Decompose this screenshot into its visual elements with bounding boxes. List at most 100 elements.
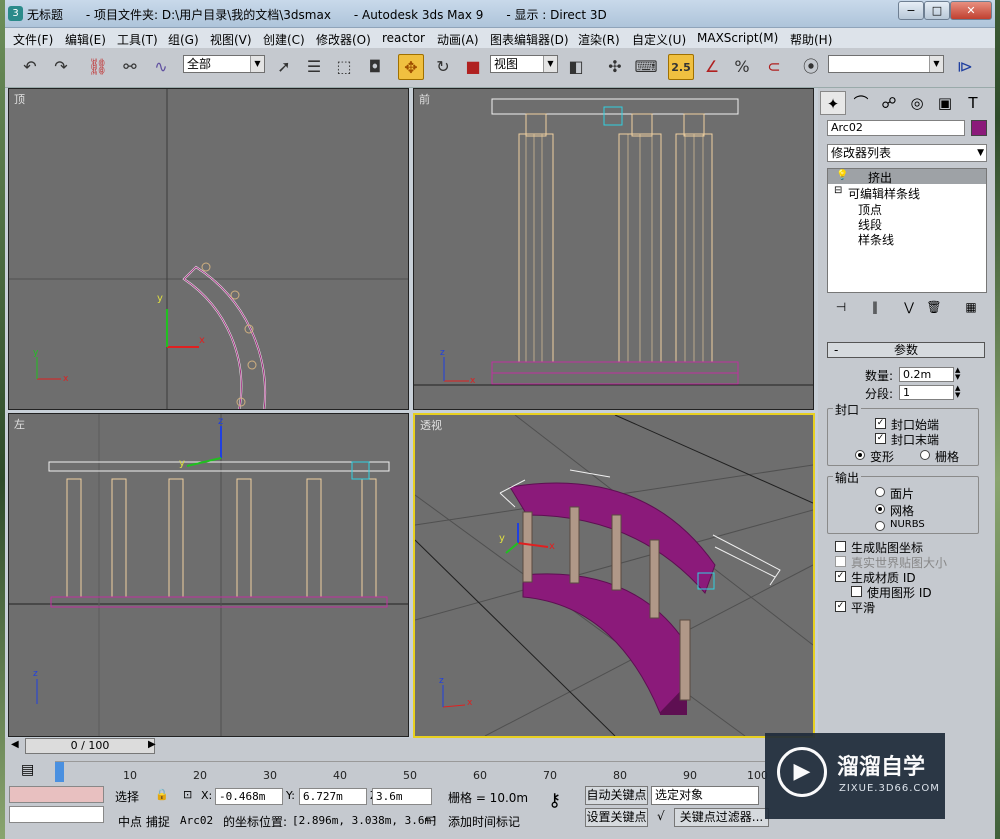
configure-sets-icon[interactable]: ▦	[958, 295, 984, 319]
use-shape-id-checkbox[interactable]	[851, 586, 862, 597]
slider-right-arrow-icon[interactable]: ▶	[148, 739, 156, 750]
real-world-map-checkbox[interactable]	[835, 556, 846, 567]
menu-reactor[interactable]: reactor	[382, 31, 425, 45]
mirror-icon[interactable]: ⧐	[952, 54, 978, 80]
viewport-perspective[interactable]: x y x z 透视	[413, 413, 815, 738]
collapse-minus-icon[interactable]: ⊟	[834, 185, 842, 196]
menu-create[interactable]: 创建(C)	[263, 31, 305, 48]
menu-customize[interactable]: 自定义(U)	[632, 31, 686, 48]
edit-named-selection-icon[interactable]: ⦿	[798, 54, 824, 80]
key-mode-dropdown[interactable]: 选定对象	[651, 786, 759, 805]
undo-icon[interactable]: ↶	[17, 54, 43, 80]
create-tab-icon[interactable]: ✦	[820, 91, 846, 115]
pivot-center-icon[interactable]: ◧	[563, 54, 589, 80]
modify-tab-icon[interactable]: ⌒	[848, 91, 874, 115]
select-and-manipulate-icon[interactable]: ✣	[602, 54, 628, 80]
segments-input[interactable]: 1	[899, 385, 954, 400]
viewport-left[interactable]: z y z 左	[8, 413, 409, 737]
select-and-link-icon[interactable]: ⛓	[85, 54, 111, 80]
select-by-name-icon[interactable]: ☰	[301, 54, 327, 80]
menu-maxscript[interactable]: MAXScript(M)	[697, 31, 778, 45]
display-tab-icon[interactable]: ▣	[932, 91, 958, 115]
absolute-mode-icon[interactable]: ⊡	[183, 788, 192, 801]
menu-views[interactable]: 视图(V)	[210, 31, 252, 48]
parameters-rollout-header[interactable]: - 参数	[827, 342, 985, 358]
utilities-tab-icon[interactable]: T	[960, 91, 986, 115]
viewport-label-perspective[interactable]: 透视	[420, 417, 442, 433]
viewport-top[interactable]: x y x y 顶	[8, 88, 409, 410]
menu-edit[interactable]: 编辑(E)	[65, 31, 106, 48]
cap-start-checkbox[interactable]: ✓	[875, 418, 886, 429]
time-tag-icon[interactable]: ▭	[425, 811, 445, 829]
make-unique-icon[interactable]: ⋁	[896, 295, 922, 319]
nurbs-radio[interactable]	[875, 521, 885, 531]
slider-left-arrow-icon[interactable]: ◀	[11, 739, 19, 750]
spinner-snap-icon[interactable]: ⊂	[761, 54, 787, 80]
set-key-button[interactable]: 设置关键点	[585, 808, 648, 827]
modifier-list-dropdown[interactable]: 修改器列表 ▼	[827, 144, 987, 162]
hierarchy-tab-icon[interactable]: ☍	[876, 91, 902, 115]
maxscript-listener-white[interactable]	[9, 806, 104, 823]
menu-group[interactable]: 组(G)	[168, 31, 199, 48]
rectangular-selection-icon[interactable]: ⬚	[331, 54, 357, 80]
angle-snap-icon[interactable]: ∠	[699, 54, 725, 80]
patch-radio[interactable]	[875, 487, 885, 497]
curve-editor-icon[interactable]: ▤	[21, 762, 34, 778]
menu-rendering[interactable]: 渲染(R)	[578, 31, 620, 48]
stack-item-spline[interactable]: 样条线	[858, 231, 894, 248]
bind-space-warp-icon[interactable]: ∿	[148, 54, 174, 80]
stack-item-editable-spline[interactable]: 可编辑样条线	[848, 185, 920, 202]
viewport-label-left[interactable]: 左	[14, 416, 25, 432]
key-filters-button[interactable]: 关键点过滤器...	[674, 808, 769, 827]
time-slider[interactable]: 0 / 100	[25, 738, 155, 754]
pin-stack-icon[interactable]: ⊣	[828, 295, 854, 319]
x-coord-input[interactable]: -0.468m	[215, 788, 283, 805]
maximize-button[interactable]: □	[924, 1, 950, 20]
reference-coordinate-dropdown[interactable]: 视图 ▼	[490, 55, 558, 73]
cap-end-checkbox[interactable]: ✓	[875, 433, 886, 444]
snap-toggle-icon[interactable]: 2.5	[668, 54, 694, 80]
percent-snap-icon[interactable]: %	[729, 54, 755, 80]
gen-map-coords-checkbox[interactable]	[835, 541, 846, 552]
object-name-input[interactable]: Arc02	[827, 120, 965, 136]
auto-key-button[interactable]: 自动关键点	[585, 786, 648, 805]
close-button[interactable]: ✕	[950, 1, 992, 20]
lightbulb-icon[interactable]: 💡	[836, 170, 848, 181]
viewport-label-front[interactable]: 前	[419, 91, 430, 107]
maxscript-listener-pink[interactable]	[9, 786, 104, 803]
remove-modifier-icon[interactable]: 🗑	[921, 295, 947, 319]
menu-graph-editors[interactable]: 图表编辑器(D)	[490, 31, 569, 48]
viewport-front[interactable]: x z 前	[413, 88, 814, 410]
menu-animation[interactable]: 动画(A)	[437, 31, 479, 48]
time-cursor[interactable]	[55, 762, 64, 782]
show-end-result-icon[interactable]: ‖	[862, 295, 888, 319]
lock-selection-icon[interactable]: 🔒	[155, 788, 169, 801]
stack-item-extrude[interactable]: 挤出	[868, 169, 892, 186]
window-crossing-icon[interactable]: ◘	[362, 54, 388, 80]
z-coord-input[interactable]: 3.6m	[372, 788, 432, 805]
named-selection-dropdown[interactable]: ▼	[828, 55, 944, 73]
object-color-swatch[interactable]	[971, 120, 987, 136]
amount-spinner-icon[interactable]: ▲ ▼	[955, 367, 965, 382]
selection-filter-dropdown[interactable]: 全部 ▼	[183, 55, 265, 73]
unlink-icon[interactable]: ⚯	[117, 54, 143, 80]
y-coord-input[interactable]: 6.727m	[299, 788, 367, 805]
smooth-checkbox[interactable]: ✓	[835, 601, 846, 612]
set-key-curve-icon[interactable]: √	[657, 809, 665, 823]
viewport-label-top[interactable]: 顶	[14, 91, 25, 107]
amount-input[interactable]: 0.2m	[899, 367, 954, 382]
keyboard-shortcut-override-icon[interactable]: ⌨	[633, 54, 659, 80]
timeline-ruler[interactable]: 0 10 20 30 40 50 60 70 80 90 100	[55, 761, 768, 783]
mesh-radio[interactable]	[875, 504, 885, 514]
menu-tools[interactable]: 工具(T)	[117, 31, 158, 48]
minimize-button[interactable]: −	[898, 1, 924, 20]
menu-modifiers[interactable]: 修改器(O)	[316, 31, 371, 48]
redo-icon[interactable]: ↷	[48, 54, 74, 80]
select-object-icon[interactable]: ➚	[271, 54, 297, 80]
segments-spinner-icon[interactable]: ▲ ▼	[955, 385, 965, 400]
morph-radio[interactable]	[855, 450, 865, 460]
select-and-move-icon[interactable]: ✥	[398, 54, 424, 80]
motion-tab-icon[interactable]: ◎	[904, 91, 930, 115]
menu-help[interactable]: 帮助(H)	[790, 31, 832, 48]
select-and-scale-icon[interactable]: ■	[460, 54, 486, 80]
